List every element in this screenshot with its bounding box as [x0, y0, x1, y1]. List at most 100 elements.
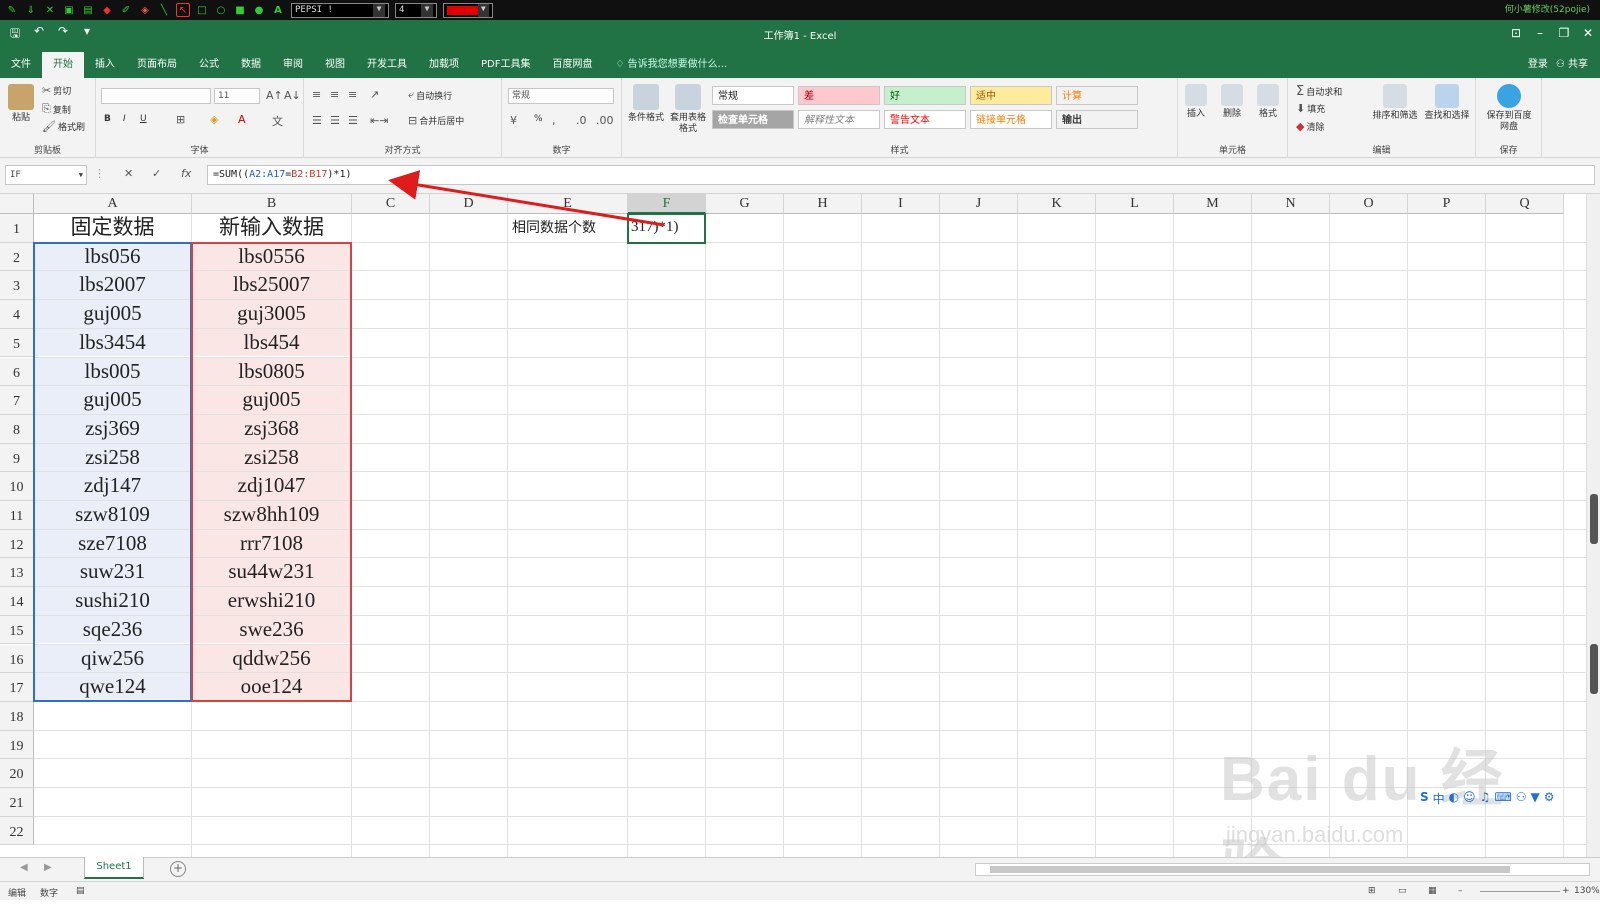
find-select-button[interactable]: 查找和选择 [1422, 84, 1472, 122]
row-header-12[interactable]: 12 [0, 529, 34, 559]
column-header-h[interactable]: H [784, 194, 862, 214]
cell-b3[interactable]: lbs25007 [192, 271, 351, 300]
cell-a10[interactable]: zdj147 [34, 472, 191, 500]
column-header-n[interactable]: N [1252, 194, 1330, 214]
next-sheet-icon[interactable]: ▶ [44, 862, 52, 873]
format-as-table-button[interactable]: 套用表格格式 [668, 84, 708, 135]
row-header-3[interactable]: 3 [0, 271, 34, 301]
zoom-out-icon[interactable]: – [1458, 886, 1463, 896]
style-bad[interactable]: 差 [798, 86, 880, 105]
color-combo[interactable]: ▼ [443, 2, 493, 18]
login-link[interactable]: 登录 [1528, 52, 1556, 78]
comma-button[interactable]: , [552, 114, 556, 127]
tab-home[interactable]: 开始 [42, 52, 84, 78]
cell-b10[interactable]: zdj1047 [192, 472, 351, 500]
cell-b16[interactable]: qddw256 [192, 644, 351, 673]
restore-icon[interactable]: ❐ [1552, 26, 1576, 40]
underline-button[interactable]: U [140, 114, 147, 124]
cell-b4[interactable]: guj3005 [192, 300, 351, 328]
cell-b9[interactable]: zsi258 [192, 443, 351, 472]
row-header-18[interactable]: 18 [0, 701, 34, 731]
page-layout-view-icon[interactable]: ▭ [1398, 886, 1407, 896]
pen-icon[interactable]: ✎ [5, 3, 19, 17]
row-header-7[interactable]: 7 [0, 386, 34, 415]
filled-rect-icon[interactable]: ■ [233, 3, 247, 17]
close-icon[interactable]: ✕ [1576, 26, 1600, 40]
size-combo[interactable]: 4 ▼ [395, 2, 437, 18]
fill-button[interactable]: ⬇ 填充 [1296, 102, 1325, 115]
macro-record-icon[interactable]: ▤ [76, 886, 85, 896]
spreadsheet-grid[interactable]: ABCDEFGHIJKLMNOPQ 1 2 3 4 5 6 7 8 9 10 11 12 13 14 15 1… [0, 194, 1586, 857]
column-header-k[interactable]: K [1018, 194, 1096, 214]
row-header-10[interactable]: 10 [0, 472, 34, 501]
row-header-21[interactable]: 21 [0, 788, 34, 817]
row-header-20[interactable]: 20 [0, 759, 34, 788]
cell-a15[interactable]: sqe236 [34, 615, 191, 644]
format-cells-button[interactable]: 格式 [1250, 84, 1286, 120]
row-header-14[interactable]: 14 [0, 587, 34, 616]
style-calculation[interactable]: 计算 [1056, 86, 1138, 105]
column-header-p[interactable]: P [1408, 194, 1486, 214]
cancel-icon[interactable]: ✕ [124, 167, 133, 180]
ime-voice-icon[interactable]: ♫ [1480, 790, 1491, 807]
row-header-5[interactable]: 5 [0, 328, 34, 358]
font-color-button[interactable]: A [238, 113, 246, 126]
cell-b7[interactable]: guj005 [192, 386, 351, 414]
column-header-m[interactable]: M [1174, 194, 1252, 214]
grow-font-button[interactable]: A↑ [266, 89, 283, 102]
horizontal-scrollbar[interactable] [975, 863, 1590, 876]
row-header-15[interactable]: 15 [0, 615, 34, 645]
normal-view-icon[interactable]: ⊞ [1368, 886, 1376, 896]
align-top-button[interactable]: ≡ [312, 88, 321, 101]
style-linked-cell[interactable]: 链接单元格 [970, 110, 1052, 129]
delete-cells-button[interactable]: 删除 [1214, 84, 1250, 120]
shrink-font-button[interactable]: A↓ [284, 89, 301, 102]
cell-b5[interactable]: lbs454 [192, 328, 351, 357]
minimize-icon[interactable]: – [1528, 26, 1552, 40]
cell-b13[interactable]: su44w231 [192, 558, 351, 587]
ime-skin-icon[interactable]: ▼ [1531, 790, 1540, 807]
row-header-13[interactable]: 13 [0, 558, 34, 588]
ellipse-icon[interactable]: ○ [214, 3, 228, 17]
name-box[interactable]: IF ▼ [5, 165, 87, 185]
cell-b15[interactable]: swe236 [192, 615, 351, 644]
brush-icon[interactable]: ✐ [119, 3, 133, 17]
ime-emoji-icon[interactable]: ☺ [1463, 790, 1476, 807]
style-explanatory[interactable]: 解释性文本 [798, 110, 880, 129]
ime-punct-icon[interactable]: ◐ [1449, 790, 1459, 807]
column-header-d[interactable]: D [430, 194, 508, 214]
formula-input[interactable]: =SUM((A2:A17=B2:B17)*1) [207, 165, 1595, 185]
filled-circle-icon[interactable]: ● [252, 3, 266, 17]
cell-b11[interactable]: szw8hh109 [192, 501, 351, 529]
cell-a14[interactable]: sushi210 [34, 587, 191, 615]
cell-f1-active[interactable]: 317)*1) [627, 213, 706, 244]
style-good[interactable]: 好 [884, 86, 966, 105]
align-center-button[interactable]: ☰ [330, 114, 340, 127]
row-header-22[interactable]: 22 [0, 816, 34, 846]
clear-button[interactable]: ◆ 清除 [1296, 120, 1324, 133]
ime-settings-icon[interactable]: ⚙ [1544, 790, 1555, 807]
column-header-j[interactable]: J [940, 194, 1018, 214]
cell-a7[interactable]: guj005 [34, 386, 191, 414]
indent-button[interactable]: ⇤⇥ [370, 114, 388, 127]
save-icon[interactable]: 🖫 [6, 24, 24, 42]
scroll-thumb-secondary[interactable] [1590, 644, 1598, 694]
cell-a17[interactable]: qwe124 [34, 673, 191, 701]
orientation-button[interactable]: ↗ [370, 88, 379, 101]
row-header-1[interactable]: 1 [0, 214, 34, 243]
column-header-c[interactable]: C [352, 194, 430, 214]
text-tool-icon[interactable]: A [271, 3, 285, 17]
cell-b2[interactable]: lbs0556 [192, 242, 351, 271]
tab-page-layout[interactable]: 页面布局 [126, 52, 188, 78]
align-middle-button[interactable]: ≡ [330, 88, 339, 101]
bold-button[interactable]: B [104, 114, 111, 124]
cell-b1-header[interactable]: 新输入数据 [192, 214, 351, 242]
select-all-corner[interactable] [0, 194, 34, 214]
italic-button[interactable]: I [123, 114, 126, 124]
tab-pdf[interactable]: PDF工具集 [470, 52, 541, 78]
style-neutral[interactable]: 适中 [970, 86, 1052, 105]
zoom-slider[interactable] [1480, 891, 1560, 892]
font-name-combo[interactable] [101, 88, 211, 104]
share-button[interactable]: ⚇ 共享 [1556, 52, 1600, 78]
copy-button[interactable]: ⎘ 复制 [42, 102, 71, 116]
